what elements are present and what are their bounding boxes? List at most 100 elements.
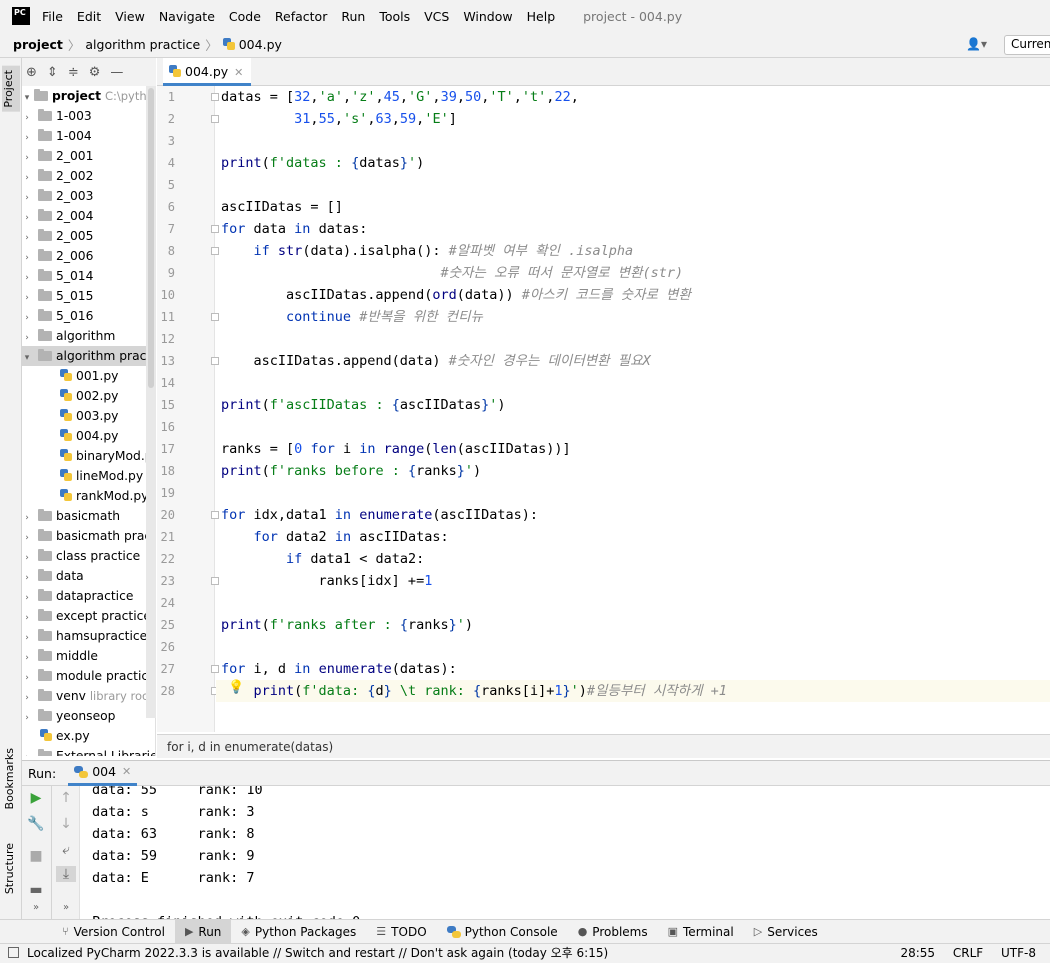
tree-folder[interactable]: › 1-003 (22, 106, 155, 126)
tool-tab-bookmarks[interactable]: Bookmarks (3, 748, 16, 809)
chevron-right-icon[interactable]: › (22, 508, 32, 528)
menu-help[interactable]: Help (527, 9, 556, 24)
menu-tools[interactable]: Tools (379, 9, 410, 24)
breadcrumb-folder[interactable]: algorithm practice (85, 37, 200, 52)
chevron-down-icon[interactable]: ▾ (22, 88, 32, 108)
breadcrumb-project[interactable]: project (13, 37, 63, 52)
arrow-up-icon[interactable]: ↑ (52, 790, 80, 806)
tree-folder[interactable]: › 2_005 (22, 226, 155, 246)
chevron-right-icon[interactable]: › (22, 148, 32, 168)
chevron-down-icon[interactable]: ▾ (22, 348, 32, 368)
locate-file-icon[interactable]: ⊕ (26, 65, 37, 80)
notification-icon[interactable] (8, 947, 19, 958)
tree-folder[interactable]: › hamsupractice (22, 626, 155, 646)
file-encoding[interactable]: UTF-8 (1001, 946, 1036, 960)
tree-folder[interactable]: › 5_016 (22, 306, 155, 326)
more-icon[interactable]: » (52, 902, 80, 913)
menu-file[interactable]: File (42, 9, 63, 24)
chevron-right-icon[interactable]: › (22, 288, 32, 308)
tree-folder[interactable]: › yeonseop (22, 706, 155, 726)
tab-services[interactable]: ▷ Services (744, 920, 828, 944)
chevron-right-icon[interactable]: › (22, 628, 32, 648)
tree-file[interactable]: 004.py (22, 426, 155, 446)
editor-tab-004[interactable]: 004.py ✕ (163, 58, 252, 86)
chevron-right-icon[interactable]: › (22, 608, 32, 628)
chevron-right-icon[interactable]: › (22, 228, 32, 248)
tree-folder[interactable]: › algorithm (22, 326, 155, 346)
tree-folder[interactable]: › 2_006 (22, 246, 155, 266)
tab-run[interactable]: ▶ Run (174, 919, 232, 944)
expand-all-icon[interactable]: ⇕ (47, 65, 58, 80)
stop-icon[interactable]: ■ (22, 848, 50, 864)
tree-folder[interactable]: ▾ algorithm practice (22, 346, 155, 366)
tab-terminal[interactable]: ▣ Terminal (658, 920, 744, 944)
run-configuration-select[interactable]: Current File (1004, 35, 1050, 55)
editor-breadcrumb[interactable]: for i, d in enumerate(datas) (157, 734, 1050, 758)
hide-panel-icon[interactable]: — (110, 65, 123, 80)
tree-folder[interactable]: › External Libraries (22, 746, 155, 756)
chevron-right-icon[interactable]: › (22, 708, 32, 728)
chevron-right-icon[interactable]: › (22, 268, 32, 288)
run-console[interactable]: data: 55 rank: 10 data: s rank: 3 data: … (80, 786, 1050, 919)
tool-tab-project[interactable]: Project (2, 66, 20, 112)
user-account-icon[interactable]: 👤▾ (966, 37, 987, 51)
wrench-icon[interactable]: 🔧 (22, 816, 50, 832)
more-icon[interactable]: » (22, 902, 50, 913)
tree-folder[interactable]: › venv library root (22, 686, 155, 706)
chevron-right-icon[interactable]: › (22, 248, 32, 268)
line-separator[interactable]: CRLF (953, 946, 983, 960)
tree-folder[interactable]: › class practice (22, 546, 155, 566)
tree-folder[interactable]: › 2_003 (22, 186, 155, 206)
chevron-right-icon[interactable]: › (22, 188, 32, 208)
chevron-right-icon[interactable]: › (22, 688, 32, 708)
chevron-right-icon[interactable]: › (22, 548, 32, 568)
chevron-right-icon[interactable]: › (22, 308, 32, 328)
code-editor[interactable]: datas = [32,'a','z',45,'G',39,50,'T','t'… (216, 86, 1050, 732)
menu-edit[interactable]: Edit (77, 9, 101, 24)
tree-folder[interactable]: › basicmath (22, 506, 155, 526)
lightbulb-icon[interactable]: 💡 (228, 680, 244, 695)
menu-refactor[interactable]: Refactor (275, 9, 327, 24)
tree-file[interactable]: 002.py (22, 386, 155, 406)
chevron-right-icon[interactable]: › (22, 108, 32, 128)
tree-folder[interactable]: › 5_015 (22, 286, 155, 306)
gear-icon[interactable]: ⚙ (89, 65, 101, 80)
tree-file[interactable]: 003.py (22, 406, 155, 426)
rerun-icon[interactable]: ▶ (22, 790, 50, 806)
menu-run[interactable]: Run (341, 9, 365, 24)
breadcrumb-file[interactable]: 004.py (239, 37, 282, 52)
chevron-right-icon[interactable]: › (22, 168, 32, 188)
chevron-right-icon[interactable]: › (22, 208, 32, 228)
chevron-right-icon[interactable]: › (22, 328, 32, 348)
tree-file[interactable]: ex.py (22, 726, 155, 746)
caret-position[interactable]: 28:55 (900, 946, 935, 960)
menu-navigate[interactable]: Navigate (159, 9, 215, 24)
scroll-to-end-icon[interactable]: ⤓ (56, 866, 76, 882)
tab-python-console[interactable]: Python Console (437, 920, 568, 944)
tree-folder[interactable]: › 2_002 (22, 166, 155, 186)
tree-file[interactable]: lineMod.py (22, 466, 155, 486)
chevron-right-icon[interactable]: › (22, 668, 32, 688)
tree-file[interactable]: 001.py (22, 366, 155, 386)
tree-file[interactable]: binaryMod.py (22, 446, 155, 466)
chevron-right-icon[interactable]: › (22, 568, 32, 588)
chevron-right-icon[interactable]: › (22, 648, 32, 668)
close-icon[interactable]: ✕ (122, 765, 131, 778)
soft-wrap-icon[interactable]: ⤶ (52, 842, 80, 858)
tab-todo[interactable]: ☰ TODO (366, 920, 436, 944)
arrow-down-icon[interactable]: ↓ (52, 816, 80, 832)
tree-folder[interactable]: › basicmath practice (22, 526, 155, 546)
menu-view[interactable]: View (115, 9, 145, 24)
tree-folder[interactable]: › 5_014 (22, 266, 155, 286)
tree-folder[interactable]: › datapractice (22, 586, 155, 606)
tree-folder[interactable]: › 2_001 (22, 146, 155, 166)
tree-folder[interactable]: › middle (22, 646, 155, 666)
tab-python-packages[interactable]: ◈ Python Packages (231, 920, 366, 944)
tree-folder[interactable]: › 1-004 (22, 126, 155, 146)
tree-file[interactable]: rankMod.py (22, 486, 155, 506)
run-tab-004[interactable]: 004 ✕ (68, 760, 138, 786)
chevron-right-icon[interactable]: › (22, 588, 32, 608)
tab-problems[interactable]: ● Problems (568, 920, 658, 944)
menu-code[interactable]: Code (229, 9, 261, 24)
tree-folder[interactable]: › except practice (22, 606, 155, 626)
